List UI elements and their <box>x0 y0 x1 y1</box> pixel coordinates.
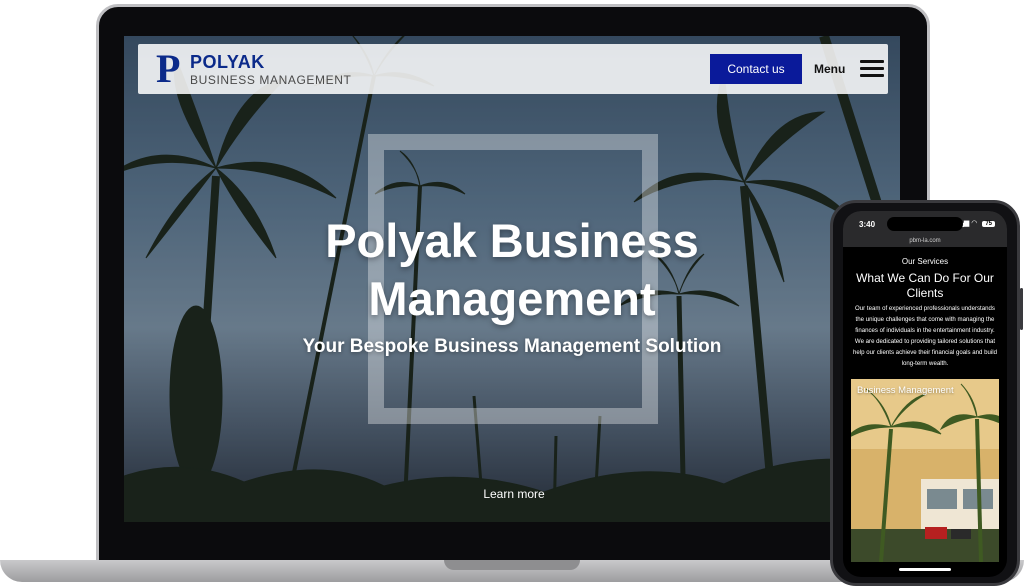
hero-subtitle: Your Bespoke Business Management Solutio… <box>302 336 722 357</box>
service-card-business-management[interactable]: Business Management <box>851 379 999 562</box>
menu-label[interactable]: Menu <box>814 62 845 76</box>
home-indicator <box>899 568 951 571</box>
office-palms-image <box>851 379 999 562</box>
device-mockup: P POLYAK BUSINESS MANAGEMENT Contact us … <box>0 0 1024 588</box>
url-bar[interactable]: pbm-la.com <box>843 237 1007 247</box>
hero-title: Polyak Business Management <box>325 214 699 325</box>
learn-more-link[interactable]: Learn more <box>474 487 554 501</box>
site-header: P POLYAK BUSINESS MANAGEMENT Contact us … <box>138 44 888 94</box>
services-eyebrow: Our Services <box>901 257 949 266</box>
laptop-screen: P POLYAK BUSINESS MANAGEMENT Contact us … <box>124 36 900 522</box>
laptop-hinge-notch <box>444 560 580 570</box>
hamburger-menu-icon[interactable] <box>860 60 884 78</box>
services-body: Our team of experienced professionals un… <box>853 305 997 367</box>
services-heading: What We Can Do For Our Clients <box>856 271 994 300</box>
logo-subtitle: BUSINESS MANAGEMENT <box>190 73 352 87</box>
status-time: 3:40 <box>859 220 876 229</box>
logo-mark[interactable]: P <box>156 49 184 89</box>
contact-us-button[interactable]: Contact us <box>710 54 802 84</box>
service-card-title: Business Management <box>857 385 954 396</box>
wifi-icon: ◠ <box>971 220 978 227</box>
dynamic-island <box>887 217 963 231</box>
logo-name[interactable]: POLYAK <box>190 52 265 73</box>
phone-screen: 3:40 ▂▄▆ ◠ 75 pbm-la.com Our Services Wh… <box>843 211 1007 577</box>
battery-icon: 75 <box>982 221 995 227</box>
phone-side-button <box>1020 288 1023 330</box>
phone-frame: 3:40 ▂▄▆ ◠ 75 pbm-la.com Our Services Wh… <box>830 200 1020 586</box>
